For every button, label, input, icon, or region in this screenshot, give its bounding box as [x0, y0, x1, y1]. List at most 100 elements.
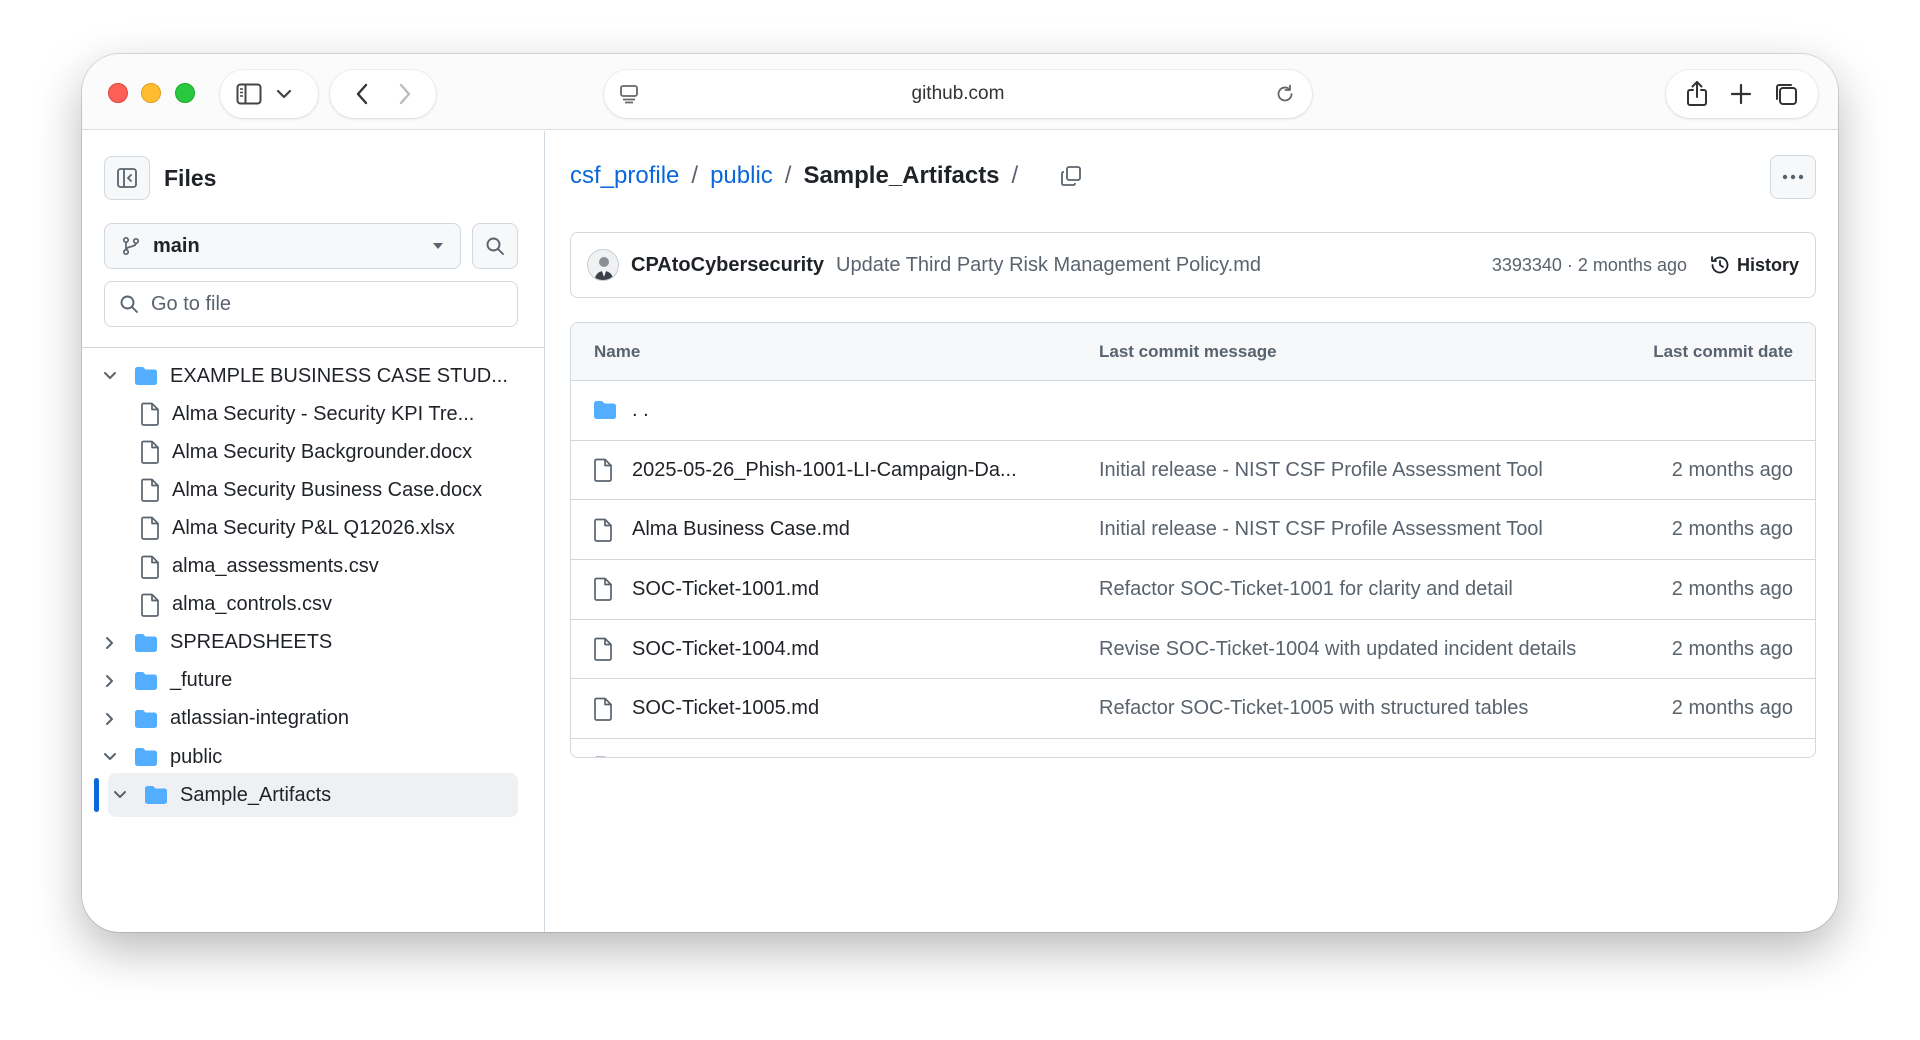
file-icon	[140, 555, 160, 579]
table-row[interactable]: SOC-Ticket-1001.md Refactor SOC-Ticket-10…	[571, 560, 1815, 620]
tree-item-label: Alma Security Backgrounder.docx	[172, 440, 473, 463]
latest-commit-bar: CPAtoCybersecurity Update Third Party Ri…	[570, 232, 1816, 298]
forward-arrow-icon[interactable]	[398, 82, 412, 106]
tree-item-label: alma_controls.csv	[172, 593, 333, 616]
file-icon	[593, 697, 613, 721]
file-icon	[593, 756, 613, 757]
chevron-down-icon[interactable]	[98, 752, 122, 762]
search-files-button[interactable]	[472, 223, 518, 269]
chevron-right-icon[interactable]	[98, 636, 122, 650]
table-header: Name Last commit message Last commit dat…	[571, 323, 1815, 381]
active-item-indicator	[94, 778, 99, 813]
breadcrumb-separator: /	[691, 162, 699, 189]
parent-directory-row[interactable]: . .	[571, 381, 1815, 441]
tree-item-label: Sample_Artifacts	[180, 783, 332, 806]
folder-icon	[134, 633, 158, 653]
git-branch-icon	[122, 236, 140, 256]
zoom-window-button[interactable]	[175, 83, 195, 103]
tree-item-label: Alma Security P&L Q12026.xlsx	[172, 516, 455, 539]
window-actions-group	[1666, 70, 1818, 118]
commit-message-link[interactable]: Revise SOC-Ticket-1004 with updated inci…	[1099, 638, 1576, 661]
file-name-link[interactable]: 2025-05-26_Phish-1001-LI-Campaign-Da...	[632, 459, 1017, 482]
chevron-down-icon[interactable]	[98, 371, 122, 381]
table-row[interactable]: Simply Cyber Academy CSF Profile Assess.…	[571, 739, 1815, 758]
file-name-link[interactable]: Simply Cyber Academy CSF Profile Assess.…	[632, 757, 1032, 758]
file-icon	[593, 458, 613, 482]
page-settings-icon[interactable]	[618, 83, 640, 110]
tree-folder-item[interactable]: Sample_Artifacts	[108, 773, 518, 818]
commit-date: 2 months ago	[1671, 697, 1793, 720]
file-icon	[140, 478, 160, 503]
chevron-right-icon[interactable]	[98, 712, 122, 726]
table-row[interactable]: Alma Business Case.md Initial release - N…	[571, 500, 1815, 561]
go-to-file-field[interactable]	[104, 281, 518, 327]
address-bar[interactable]: github.com	[604, 70, 1312, 118]
table-row[interactable]: SOC-Ticket-1005.md Refactor SOC-Ticket-10…	[571, 679, 1815, 740]
page-content: Files main EXAMPLE BUSINESS CASE STUD...…	[82, 131, 1838, 932]
commit-message-link[interactable]: Update Third Party Risk Management Polic…	[836, 254, 1492, 277]
collapse-sidebar-button[interactable]	[104, 156, 150, 200]
parent-directory-link[interactable]: . .	[632, 399, 649, 422]
file-icon	[140, 402, 160, 426]
new-tab-icon[interactable]	[1730, 83, 1752, 105]
breadcrumb-current: Sample_Artifacts	[803, 162, 1000, 189]
back-arrow-icon[interactable]	[355, 82, 369, 106]
file-tree-sidebar: Files main EXAMPLE BUSINESS CASE STUD...…	[82, 131, 545, 932]
navigation-group	[330, 70, 436, 118]
sidebar-toggle-icon[interactable]	[236, 83, 262, 105]
chevron-down-icon[interactable]	[276, 89, 292, 99]
table-row[interactable]: 2025-05-26_Phish-1001-LI-Campaign-Da... I…	[571, 441, 1815, 501]
commit-message-link[interactable]: Refactor SOC-Ticket-1005 with structured…	[1099, 697, 1528, 720]
chevron-right-icon[interactable]	[98, 674, 122, 688]
history-button[interactable]: History	[1709, 254, 1799, 276]
commit-message-link[interactable]: Initial release - NIST CSF Profile Asses…	[1099, 518, 1543, 541]
more-options-button[interactable]	[1770, 155, 1816, 199]
share-icon[interactable]	[1685, 80, 1709, 108]
tree-item-label: Alma Security - Security KPI Tre...	[172, 402, 475, 425]
file-name-link[interactable]: SOC-Ticket-1005.md	[632, 697, 819, 720]
minimize-window-button[interactable]	[141, 83, 161, 103]
commit-date: 2 months ago	[1671, 458, 1793, 481]
copy-path-icon[interactable]	[1060, 165, 1082, 187]
table-row[interactable]: SOC-Ticket-1004.md Revise SOC-Ticket-1004…	[571, 620, 1815, 680]
commit-message-link[interactable]: Add CSF Profile spreadsheet template	[1099, 757, 1440, 758]
address-text: github.com	[911, 83, 1005, 104]
file-rows: 2025-05-26_Phish-1001-LI-Campaign-Da... I…	[571, 441, 1815, 758]
breadcrumb-repo-link[interactable]: csf_profile	[570, 162, 679, 190]
go-to-file-input[interactable]	[151, 292, 503, 316]
history-icon	[1711, 256, 1729, 274]
chevron-down-icon[interactable]	[108, 790, 132, 800]
tab-overview-icon[interactable]	[1773, 81, 1799, 107]
commit-date: 2 months ago	[1672, 757, 1793, 758]
folder-icon	[134, 671, 158, 691]
search-icon	[120, 295, 138, 313]
commit-message-link[interactable]: Refactor SOC-Ticket-1001 for clarity and…	[1099, 578, 1513, 601]
tree-item-label: EXAMPLE BUSINESS CASE STUD...	[170, 364, 508, 387]
tree-item-label: atlassian-integration	[170, 707, 349, 730]
reload-icon[interactable]	[1274, 83, 1296, 110]
breadcrumb: csf_profile / public / Sample_Artifacts …	[570, 162, 1082, 190]
file-icon	[140, 440, 160, 465]
sidebar-collapse-icon	[117, 168, 137, 188]
folder-icon	[144, 785, 168, 805]
breadcrumb-folder-link[interactable]: public	[710, 162, 773, 190]
file-icon	[140, 593, 160, 617]
commit-author-link[interactable]: CPAtoCybersecurity	[631, 254, 824, 277]
close-window-button[interactable]	[108, 83, 128, 103]
branch-selector[interactable]: main	[104, 223, 461, 269]
tree-item-label: Alma Security Business Case.docx	[172, 478, 483, 501]
branch-name: main	[153, 234, 200, 257]
file-name-link[interactable]: Alma Business Case.md	[632, 518, 850, 541]
sidebar-title: Files	[164, 164, 217, 191]
caret-down-icon	[433, 243, 443, 249]
commit-date: 2 months ago	[1671, 577, 1793, 600]
file-name-link[interactable]: SOC-Ticket-1001.md	[632, 578, 819, 601]
file-name-link[interactable]: SOC-Ticket-1004.md	[632, 638, 819, 661]
search-icon	[486, 237, 504, 255]
file-tree: EXAMPLE BUSINESS CASE STUD... Alma Securi…	[82, 347, 544, 818]
breadcrumb-separator: /	[784, 162, 792, 189]
commit-hash-and-date[interactable]: 3393340 · 2 months ago	[1492, 255, 1687, 276]
avatar[interactable]	[587, 249, 619, 281]
commit-message-link[interactable]: Initial release - NIST CSF Profile Asses…	[1099, 459, 1543, 482]
browser-toolbar: github.com	[82, 54, 1838, 130]
